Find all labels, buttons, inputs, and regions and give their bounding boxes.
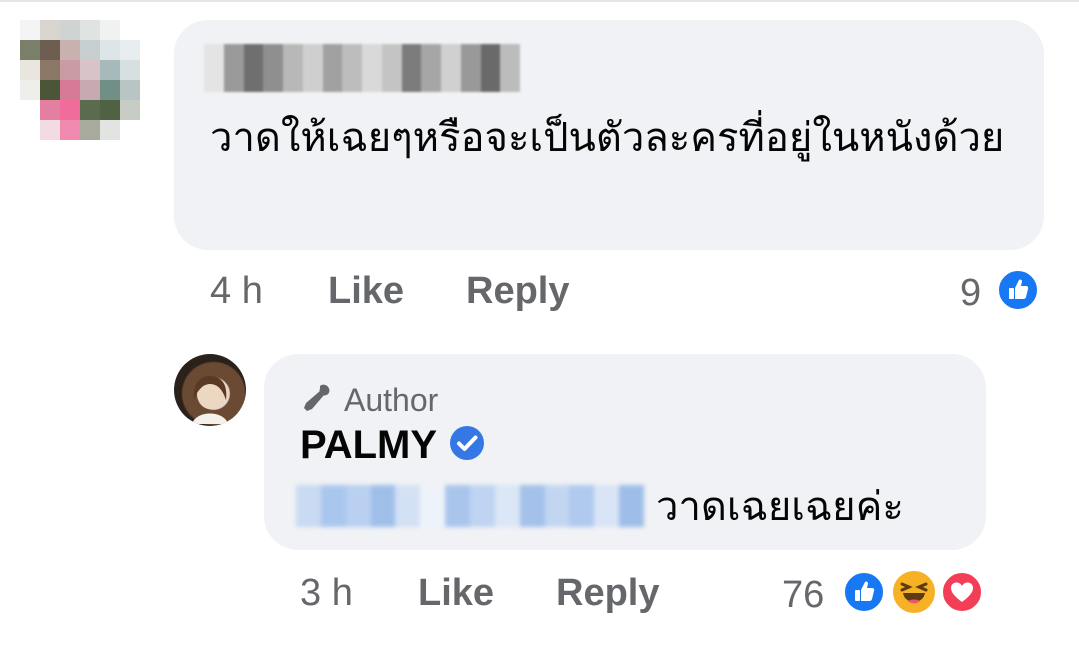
commenter-avatar[interactable] bbox=[20, 20, 160, 140]
author-name[interactable]: PALMY bbox=[300, 423, 437, 468]
microphone-icon bbox=[300, 381, 334, 419]
reply-reply-button[interactable]: Reply bbox=[556, 572, 659, 615]
love-icon[interactable] bbox=[940, 570, 984, 614]
reply-like-button[interactable]: Like bbox=[418, 572, 494, 615]
top-divider bbox=[0, 0, 1079, 2]
reply-text: วาดเฉยเฉยค่ะ bbox=[656, 484, 904, 530]
reply-reaction-count[interactable]: 76 bbox=[782, 574, 824, 617]
author-label: Author bbox=[344, 381, 439, 418]
reply-body: วาดเฉยเฉยค่ะ bbox=[296, 474, 904, 538]
tagged-name-redacted[interactable] bbox=[296, 485, 645, 527]
comment-reply-button[interactable]: Reply bbox=[466, 270, 569, 313]
like-icon[interactable] bbox=[842, 570, 886, 614]
author-avatar[interactable] bbox=[174, 354, 246, 426]
verified-badge-icon bbox=[449, 425, 485, 465]
comment-timestamp[interactable]: 4 h bbox=[210, 270, 263, 313]
reply-timestamp[interactable]: 3 h bbox=[300, 572, 353, 615]
comment-reaction-count[interactable]: 9 bbox=[960, 272, 981, 315]
author-name-row: PALMY bbox=[300, 420, 485, 470]
like-icon[interactable] bbox=[996, 268, 1040, 312]
comment-text: วาดให้เฉยๆหรือจะเป็นตัวละครที่อยู่ในหนัง… bbox=[210, 115, 1005, 161]
commenter-name-redacted[interactable] bbox=[204, 44, 520, 92]
haha-icon[interactable] bbox=[890, 568, 938, 616]
author-badge: Author bbox=[300, 380, 438, 420]
comment-like-button[interactable]: Like bbox=[328, 270, 404, 313]
